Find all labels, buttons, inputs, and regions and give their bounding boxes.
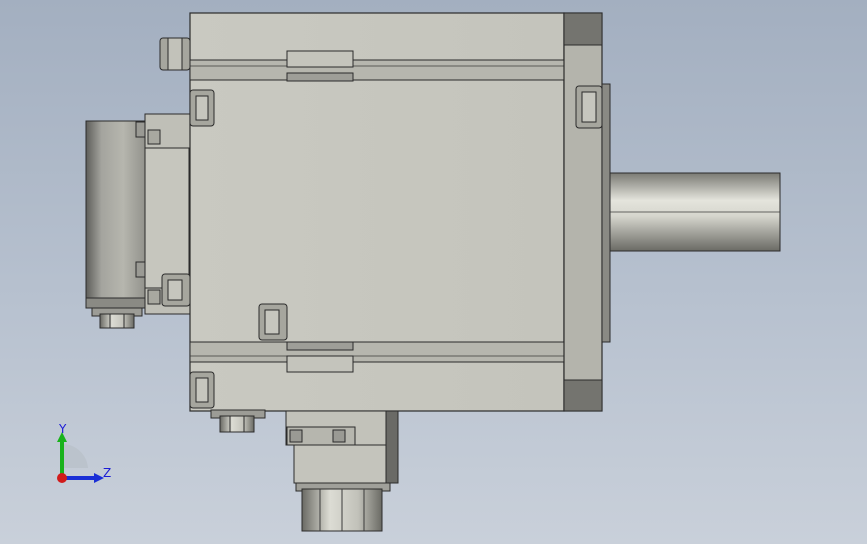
servo-motor-model[interactable] [0,0,867,544]
bottom-connector-bolts [210,409,266,433]
z-axis-label: Z [103,466,112,480]
encoder-connector[interactable] [91,307,143,329]
orientation-triad: Y Z [48,420,118,495]
cad-viewport[interactable]: Y Z [0,0,867,544]
y-axis-label: Y [59,422,67,436]
power-connector[interactable] [285,410,399,532]
motor-body[interactable] [189,12,565,412]
x-axis-dot [57,473,67,483]
front-flange[interactable] [563,12,611,412]
output-shaft[interactable] [609,172,781,252]
